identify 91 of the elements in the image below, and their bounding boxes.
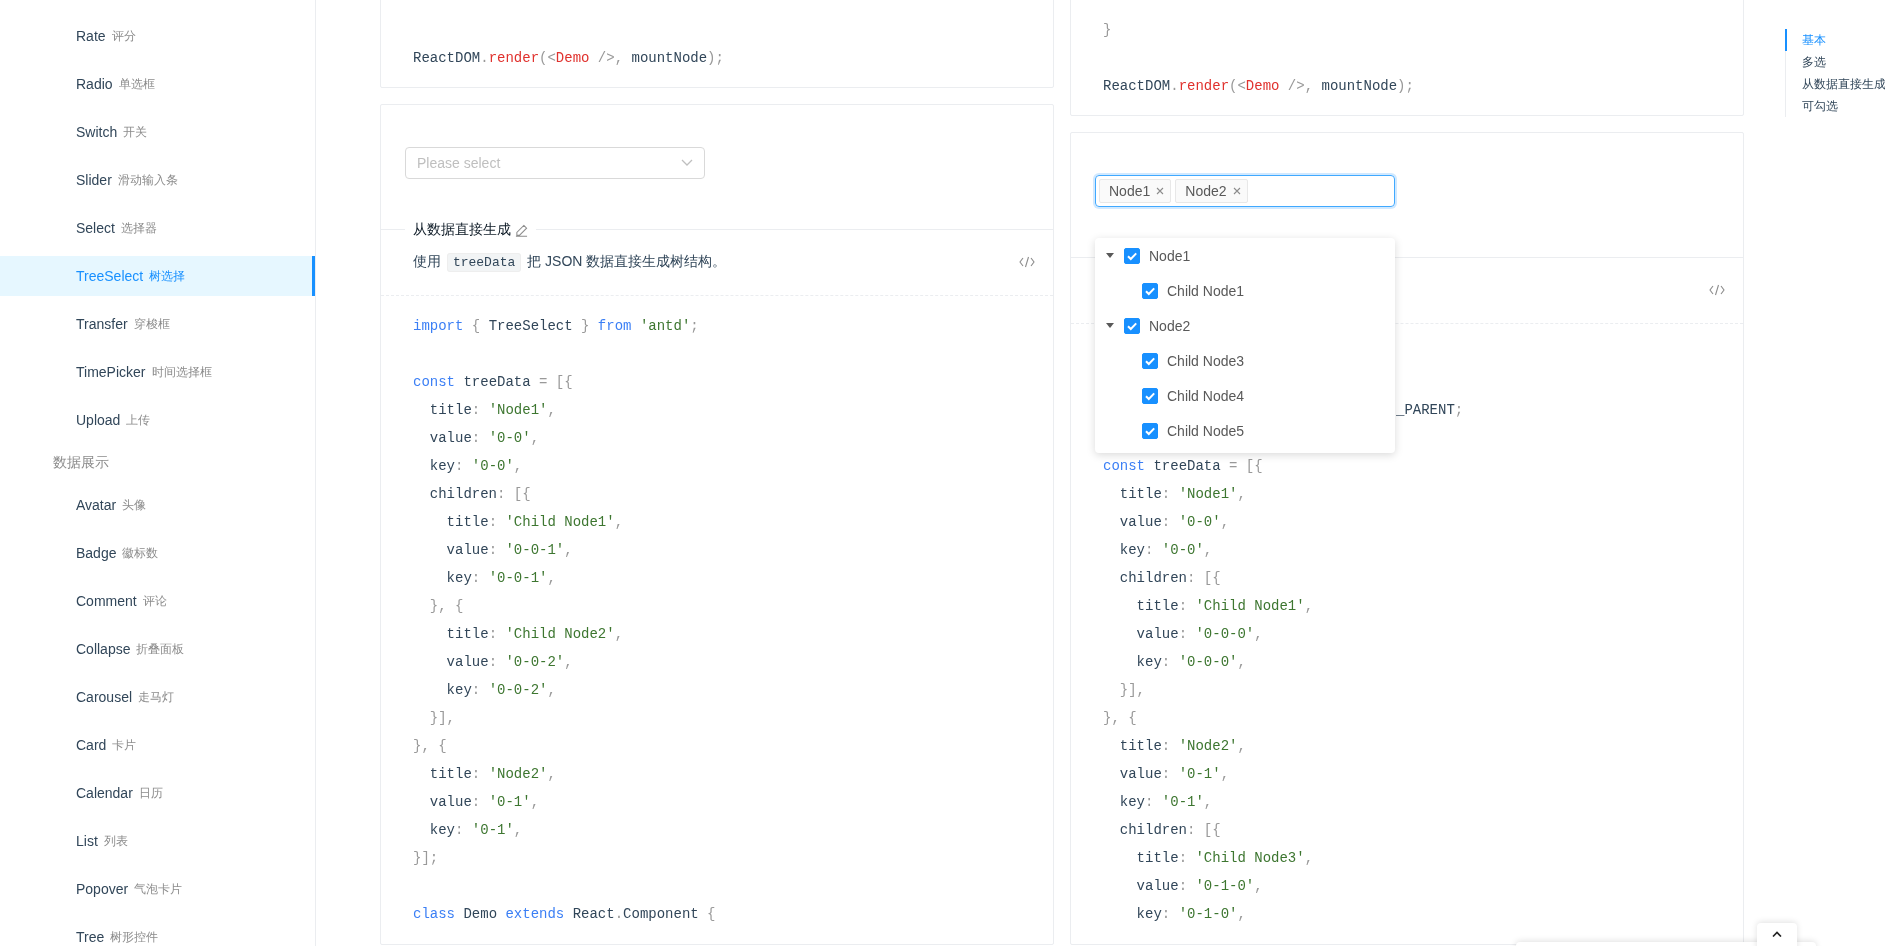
checkbox[interactable] — [1142, 282, 1158, 299]
back-to-top-button[interactable] — [1757, 923, 1797, 946]
menu-item[interactable]: Radio 单选框 — [0, 64, 315, 104]
code-line: key: '0-0', — [1118, 541, 1213, 560]
code-line: }], — [1118, 681, 1145, 700]
code-line: }, { — [428, 597, 464, 616]
description: 使用 treeData 把 JSON 数据直接生成树结构。 — [413, 253, 727, 271]
menu-item[interactable]: Popover 气泡卡片 — [0, 869, 315, 909]
code-line: key: '0-0-2', — [445, 681, 556, 700]
code-line: title: 'Node2', — [1118, 737, 1246, 756]
code-line: key: '0-0-1', — [445, 569, 556, 588]
menu-item[interactable]: Rate 评分 — [0, 16, 315, 56]
code-line: title: 'Node1', — [428, 401, 556, 420]
code-line: title: 'Child Node3', — [1135, 849, 1314, 868]
menu-item[interactable]: Upload 上传 — [0, 400, 315, 440]
code-icon[interactable] — [1709, 284, 1725, 296]
edit-icon[interactable] — [515, 223, 528, 237]
anchor-link[interactable]: 从数据直接生成 — [1785, 73, 1884, 95]
code-line: children: [{ — [1118, 821, 1221, 840]
menu-item[interactable]: List 列表 — [0, 821, 315, 861]
code-line: title: 'Child Node2', — [445, 625, 624, 644]
code-line: import { TreeSelect } from 'antd'; — [413, 317, 699, 336]
code-line: }, { — [413, 737, 447, 756]
menu-item[interactable]: Transfer 穿梭框 — [0, 304, 315, 344]
code-line: const treeData = [{ — [1103, 457, 1263, 476]
tree-select-field[interactable]: Node1 Node2 — [1095, 175, 1395, 207]
menu-item[interactable]: Comment 评论 — [0, 581, 315, 621]
code-line: } — [1103, 21, 1112, 40]
code-line: value: '0-1', — [1118, 765, 1230, 784]
selected-tag[interactable]: Node1 — [1099, 179, 1172, 203]
menu-item[interactable]: Calendar 日历 — [0, 773, 315, 813]
checkbox[interactable] — [1142, 422, 1158, 439]
demo-title: 从数据直接生成 — [413, 221, 511, 239]
menu-item[interactable]: Avatar 头像 — [0, 485, 315, 525]
menu-item[interactable]: Badge 徽标数 — [0, 533, 315, 573]
code-line: value: '0-0', — [1118, 513, 1230, 532]
menu-item[interactable]: Collapse 折叠面板 — [0, 629, 315, 669]
code-line: value: '0-0-2', — [445, 653, 573, 672]
code-line: }]; — [413, 849, 439, 868]
menu-item[interactable]: Card 卡片 — [0, 725, 315, 765]
menu-item[interactable]: Switch 开关 — [0, 112, 315, 152]
menu-item[interactable]: TimePicker 时间选择框 — [0, 352, 315, 392]
anchor-link[interactable]: 可勾选 — [1785, 95, 1884, 117]
code-line: value: '0-1-0', — [1135, 877, 1263, 896]
anchor-link[interactable]: 多选 — [1785, 51, 1884, 73]
code-line: _PARENT; — [1396, 401, 1464, 420]
code-line: }], — [428, 709, 455, 728]
tree-node[interactable]: Node2 — [1095, 308, 1395, 343]
code-line: key: '0-1-0', — [1135, 905, 1246, 924]
code-line: children: [{ — [1118, 569, 1221, 588]
checkbox[interactable] — [1142, 387, 1158, 404]
code-line: children: [{ — [428, 485, 531, 504]
checkbox[interactable] — [1142, 352, 1158, 369]
close-icon[interactable] — [1156, 187, 1165, 195]
code-line: ReactDOM.render(<Demo />, mountNode); — [1103, 77, 1414, 96]
caret-down-icon[interactable] — [1105, 252, 1115, 259]
code-line: value: '0-0', — [428, 429, 540, 448]
code-line: key: '0-0', — [428, 457, 523, 476]
code-line: key: '0-1', — [428, 821, 523, 840]
code-line: class Demo extends React.Component { — [413, 905, 716, 924]
code-line: title: 'Child Node1', — [1135, 597, 1314, 616]
caret-up-icon — [1772, 931, 1782, 937]
code-line: value: '0-0-1', — [445, 541, 573, 560]
code-line: title: 'Node1', — [1118, 485, 1246, 504]
code-line: title: 'Node2', — [428, 765, 556, 784]
code-line: title: 'Child Node1', — [445, 513, 624, 532]
tree-node[interactable]: Child Node3 — [1095, 343, 1395, 378]
caret-down-icon[interactable] — [1105, 322, 1115, 329]
close-icon[interactable] — [1232, 187, 1241, 195]
code-icon[interactable] — [1019, 256, 1035, 268]
select-field[interactable]: Please select — [405, 147, 705, 179]
menu-item[interactable]: Slider 滑动输入条 — [0, 160, 315, 200]
menu-group-title: 数据展示 — [52, 452, 110, 472]
tree-node[interactable]: Child Node5 — [1095, 413, 1395, 448]
chevron-down-icon — [681, 159, 693, 167]
code-line: }, { — [1103, 709, 1137, 728]
code-line: value: '0-1', — [428, 793, 540, 812]
code-line: ReactDOM.render(<Demo />, mountNode); — [413, 49, 724, 68]
menu-item[interactable]: Tree 树形控件 — [0, 917, 315, 946]
menu-item[interactable]: Carousel 走马灯 — [0, 677, 315, 717]
tree-node[interactable]: Node1 — [1095, 238, 1395, 273]
code-line: key: '0-0-0', — [1135, 653, 1246, 672]
tree-node[interactable]: Child Node1 — [1095, 273, 1395, 308]
code-line: key: '0-1', — [1118, 793, 1213, 812]
checkbox[interactable] — [1124, 247, 1140, 264]
code-line: value: '0-0-0', — [1135, 625, 1263, 644]
tree-node[interactable]: Child Node4 — [1095, 378, 1395, 413]
code-line: const treeData = [{ — [413, 373, 573, 392]
menu-item[interactable]: Select 选择器 — [0, 208, 315, 248]
selected-tag[interactable]: Node2 — [1175, 179, 1248, 203]
checkbox[interactable] — [1124, 317, 1140, 334]
